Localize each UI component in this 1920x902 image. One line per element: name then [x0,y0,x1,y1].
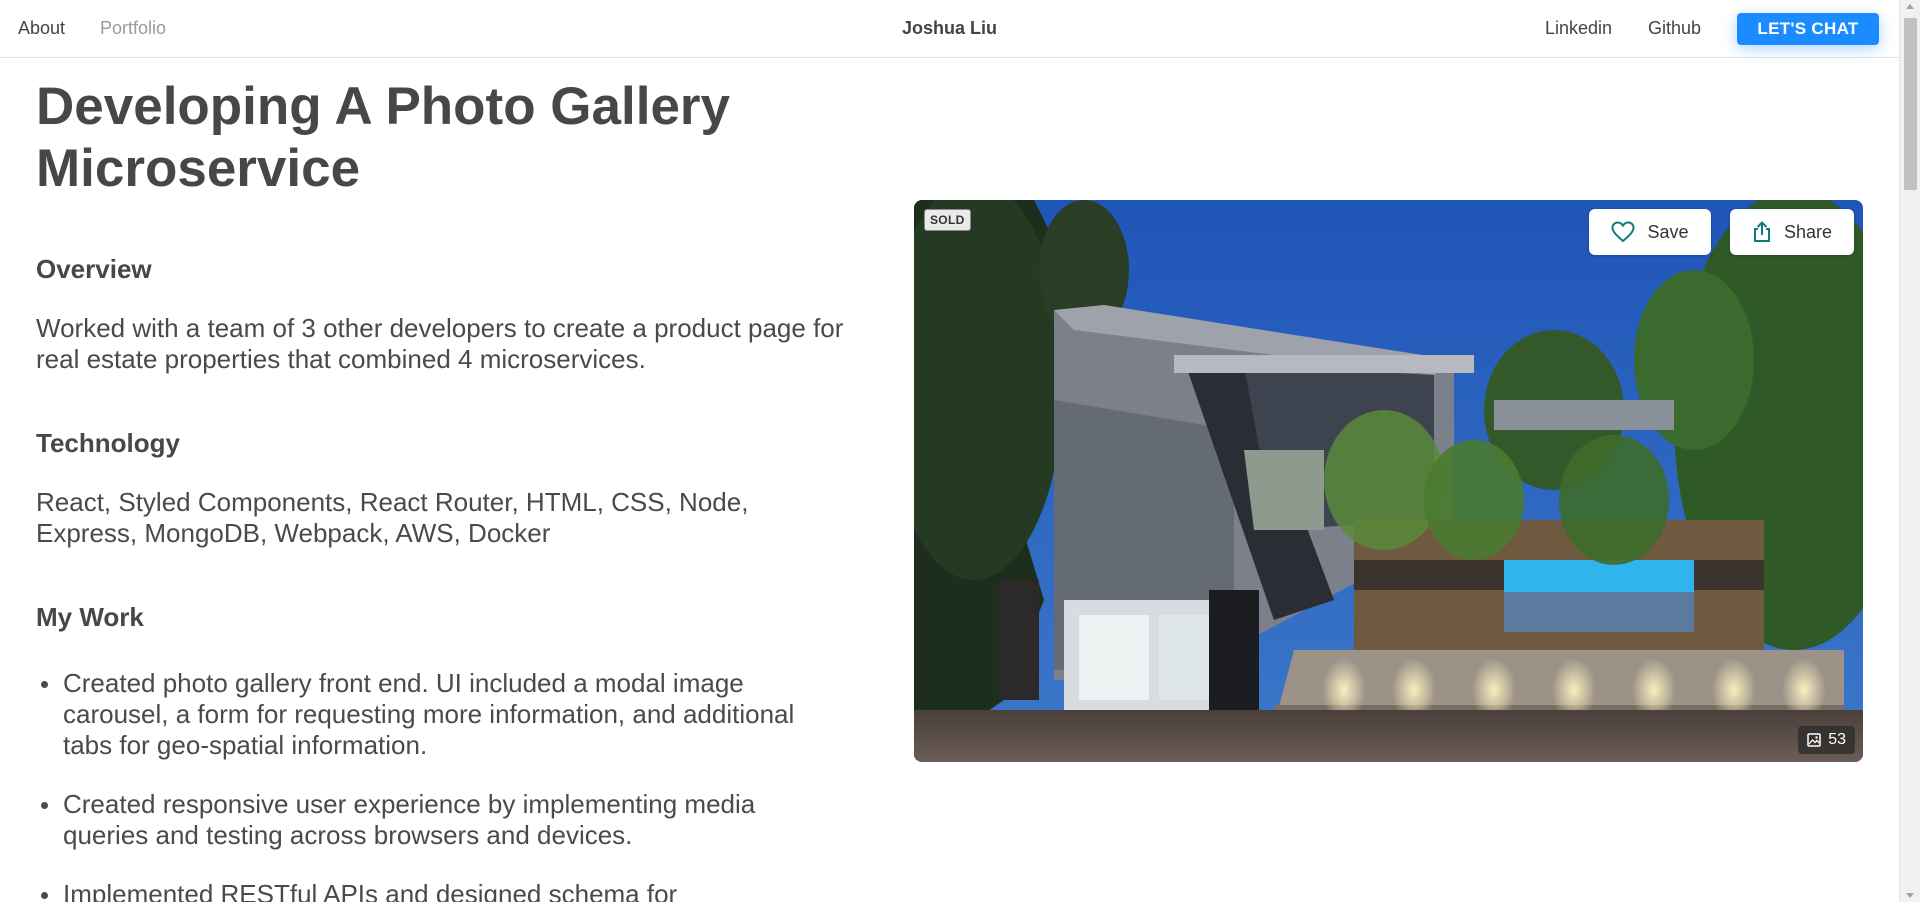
page-title: Developing A Photo Gallery Microservice [36,77,731,198]
nav-portfolio-link[interactable]: Portfolio [100,18,166,38]
photo-count-badge[interactable]: 53 [1798,726,1855,754]
save-label: Save [1647,221,1689,242]
share-label: Share [1783,221,1833,242]
top-navigation: About Portfolio Joshua Liu Linkedin Gith… [0,0,1899,58]
heart-icon [1611,221,1635,243]
project-content: Developing A Photo Gallery Microservice … [36,76,856,902]
scroll-down-arrow-icon[interactable] [1906,893,1914,898]
brand-name[interactable]: Joshua Liu [902,18,997,38]
work-list: Created photo gallery front end. UI incl… [36,668,826,902]
image-icon [1807,733,1821,747]
nav-about-link[interactable]: About [18,18,65,38]
sold-badge: SOLD [924,209,971,231]
page-scrollbar[interactable] [1899,0,1920,902]
nav-github-link[interactable]: Github [1648,18,1701,38]
save-button[interactable]: Save [1589,209,1711,255]
technology-text: React, Styled Components, React Router, … [36,487,749,548]
photo-count: 53 [1828,731,1846,748]
overview-heading: Overview [36,254,152,284]
work-list-item: Implemented RESTful APIs and designed sc… [36,879,826,902]
my-work-heading: My Work [36,602,144,632]
work-list-item: Created photo gallery front end. UI incl… [36,668,826,761]
share-icon [1753,221,1770,242]
share-button[interactable]: Share [1730,209,1854,255]
photo-gallery[interactable]: SOLD Save Share 53 [914,200,1863,762]
lets-chat-button[interactable]: LET'S CHAT [1737,13,1879,45]
technology-heading: Technology [36,428,180,458]
house-photo[interactable] [914,200,1863,762]
work-list-item: Created responsive user experience by im… [36,789,826,851]
brand-name-container: Joshua Liu [0,18,1899,38]
scroll-up-arrow-icon[interactable] [1906,4,1914,9]
scroll-thumb[interactable] [1904,18,1917,190]
nav-linkedin-link[interactable]: Linkedin [1545,18,1612,38]
overview-text: Worked with a team of 3 other developers… [36,313,844,374]
